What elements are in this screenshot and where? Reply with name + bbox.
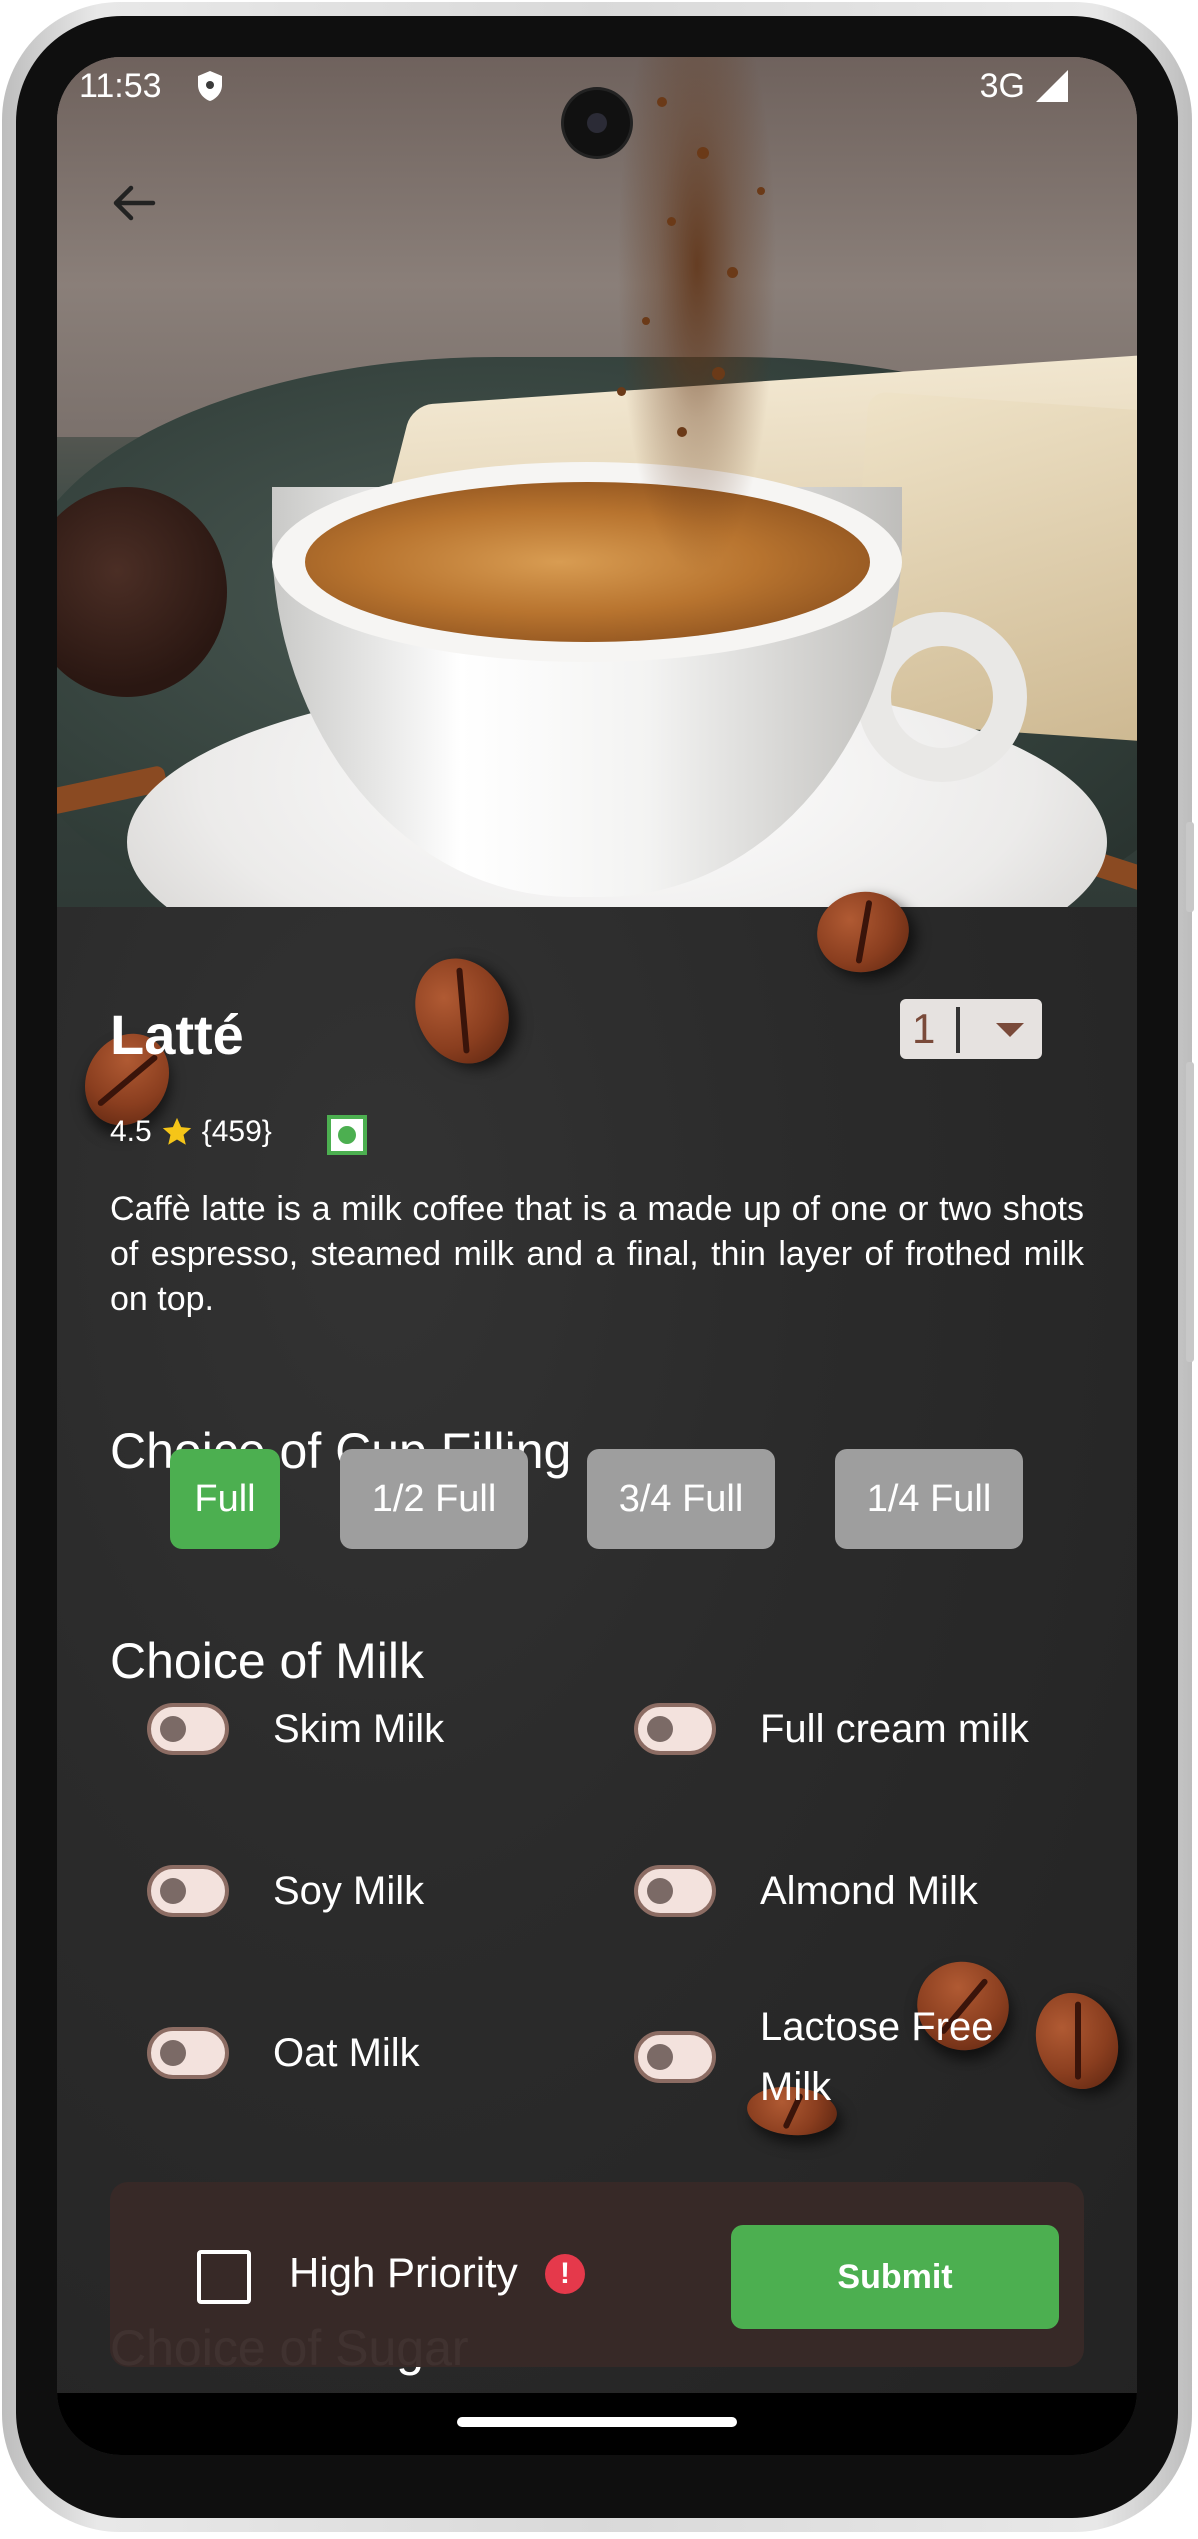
toggle-switch[interactable] — [147, 1703, 229, 1755]
milk-option-label: Soy Milk — [273, 1868, 425, 1913]
toggle-switch[interactable] — [147, 1865, 229, 1917]
review-count: {459} — [201, 1115, 272, 1148]
rating-value: 4.5 — [110, 1115, 152, 1148]
milk-heading: Choice of Milk — [110, 1633, 424, 1689]
milk-option-oat[interactable]: Oat Milk — [147, 2027, 420, 2079]
quantity-value: 1 — [912, 1005, 936, 1052]
star-icon — [162, 1117, 191, 1145]
shield-icon — [197, 70, 223, 111]
chip-quarter-full[interactable]: 1/4 Full — [835, 1449, 1023, 1549]
chip-half-full[interactable]: 1/2 Full — [340, 1449, 528, 1549]
milk-option-label: Lactose Free Milk — [760, 2005, 994, 2109]
product-image — [57, 57, 1137, 907]
high-priority-checkbox[interactable] — [197, 2250, 251, 2304]
toggle-switch[interactable] — [634, 2031, 716, 2083]
app-screen: 11:53 3G Latté 1 4.5 {459} Caffè latte i… — [57, 57, 1137, 2455]
veg-indicator-icon — [327, 1115, 367, 1155]
network-type: 3G — [979, 67, 1025, 105]
navigation-bar — [57, 2393, 1137, 2455]
decor-bean — [398, 943, 526, 1079]
milk-option-full-cream[interactable]: Full cream milk — [634, 1703, 1029, 1755]
back-arrow-icon — [113, 185, 156, 221]
milk-option-skim[interactable]: Skim Milk — [147, 1703, 444, 1755]
submit-button[interactable]: Submit — [731, 2225, 1059, 2329]
dropdown-caret-icon — [996, 1023, 1024, 1037]
product-name: Latté — [110, 1003, 244, 1066]
high-priority-label: High Priority — [289, 2249, 518, 2296]
rating: 4.5 {459} — [110, 1115, 272, 1149]
home-gesture-handle[interactable] — [457, 2417, 737, 2427]
milk-option-almond[interactable]: Almond Milk — [634, 1865, 978, 1917]
toggle-switch[interactable] — [634, 1703, 716, 1755]
back-button[interactable] — [97, 167, 169, 239]
volume-button — [1186, 1062, 1194, 1362]
front-camera — [564, 90, 630, 156]
toggle-switch[interactable] — [147, 2027, 229, 2079]
toggle-switch[interactable] — [634, 1865, 716, 1917]
milk-option-label: Oat Milk — [273, 2030, 420, 2075]
milk-option-label: Almond Milk — [760, 1868, 978, 1913]
milk-option-soy[interactable]: Soy Milk — [147, 1865, 424, 1917]
milk-option-lactose-free[interactable]: Lactose Free Milk — [634, 1997, 1020, 2117]
side-button — [1186, 822, 1194, 912]
product-description: Caffè latte is a milk coffee that is a m… — [110, 1190, 1084, 1318]
signal-icon — [1035, 69, 1069, 112]
milk-option-label: Full cream milk — [760, 1706, 1029, 1751]
chip-three-quarter-full[interactable]: 3/4 Full — [587, 1449, 775, 1549]
quantity-divider — [956, 1007, 960, 1053]
alert-icon: ! — [545, 2254, 585, 2294]
quantity-dropdown[interactable]: 1 — [900, 999, 1042, 1059]
chip-full[interactable]: Full — [170, 1449, 280, 1549]
milk-option-label: Skim Milk — [273, 1706, 445, 1751]
status-time: 11:53 — [79, 67, 162, 105]
decor-bean — [1022, 1981, 1132, 2101]
